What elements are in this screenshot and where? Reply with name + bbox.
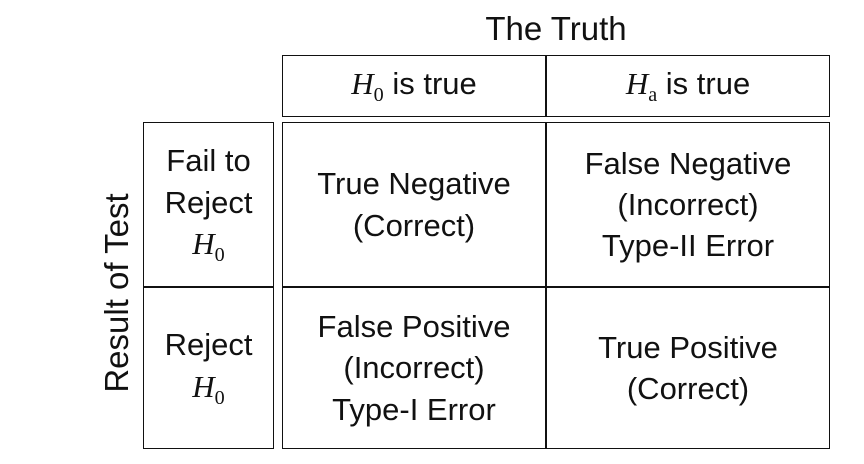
column-header-ha-true: Ha is true — [625, 66, 751, 107]
h0-symbol: H0 — [192, 225, 225, 266]
row-header-fail-to-reject: Fail to Reject H0 — [143, 122, 274, 287]
truth-title: The Truth — [485, 10, 627, 47]
row-header-reject: Reject H0 — [143, 287, 274, 449]
cell-false-positive: False Positive (Incorrect) Type-I Error — [317, 309, 511, 427]
cell-false-negative: False Negative (Incorrect) Type-II Error — [584, 145, 792, 264]
result-of-test-title: Result of Test — [98, 193, 135, 393]
column-header-h0-true: H0 is true — [351, 66, 477, 107]
cell-true-positive: True Positive (Correct) — [598, 329, 778, 406]
h0-symbol: H0 — [351, 66, 384, 107]
ha-symbol: Ha — [625, 66, 658, 107]
h0-symbol: H0 — [192, 368, 225, 409]
cell-true-negative: True Negative (Correct) — [317, 166, 511, 243]
